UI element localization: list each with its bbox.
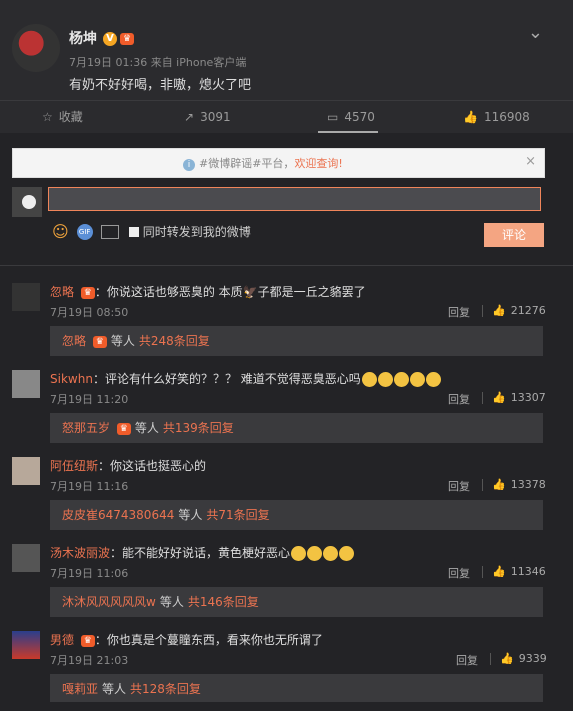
commenter-name[interactable]: 忽略 xyxy=(50,285,74,299)
commenter-avatar[interactable] xyxy=(12,370,40,398)
chevron-down-icon[interactable]: ⌄ xyxy=(528,22,543,43)
comment-like-button[interactable]: 👍 13378 xyxy=(492,478,546,491)
comment-item: 阿伍纽斯：你这话也挺恶心的 7月19日 11:16 回复 👍 13378 皮皮崔6… xyxy=(0,439,573,530)
emoji-icon[interactable]: ☺ xyxy=(52,222,69,241)
sub-replies[interactable]: 嘎莉亚 等人 共128条回复 xyxy=(50,674,543,702)
speechless-emoji-icon xyxy=(339,546,355,561)
speechless-emoji-icon xyxy=(323,546,339,561)
gif-icon[interactable]: GIF xyxy=(76,223,93,240)
comment-input[interactable] xyxy=(48,187,541,211)
comment-like-button[interactable]: 👍 9339 xyxy=(500,652,547,665)
comment-tab[interactable]: ▭ 4570 xyxy=(327,101,375,133)
comment-icon: ▭ xyxy=(327,110,339,124)
reply-button[interactable]: 回复 xyxy=(456,652,478,668)
cry-laugh-emoji-icon xyxy=(425,372,441,387)
submit-comment-button[interactable]: 评论 xyxy=(484,223,544,247)
commenter-name[interactable]: 阿伍纽斯 xyxy=(50,459,98,473)
commenter-avatar[interactable] xyxy=(12,457,40,485)
vip-badge-icon: ♛ xyxy=(116,422,131,435)
author-avatar[interactable] xyxy=(12,24,60,72)
forward-button[interactable]: ↗ 3091 xyxy=(184,101,231,133)
commenter-avatar[interactable] xyxy=(12,631,40,659)
star-icon: ☆ xyxy=(42,110,53,124)
vip-badge-icon: ♛ xyxy=(80,634,95,647)
favorite-button[interactable]: ☆ 收藏 xyxy=(42,101,83,133)
forward-checkbox-label: 同时转发到我的微博 xyxy=(142,225,251,239)
thumbs-up-icon: 👍 xyxy=(500,652,514,665)
commenter-avatar[interactable] xyxy=(12,283,40,311)
post-text: 有奶不好好喝，非嗷，熄火了吧 xyxy=(69,78,252,93)
comment-item: Sikwhn：评论有什么好笑的？？？ 难道不觉得恶臭恶心吗 7月19日 11:2… xyxy=(0,352,573,443)
thumbs-up-icon: 👍 xyxy=(492,565,506,578)
reply-button[interactable]: 回复 xyxy=(448,304,470,320)
comment-text: ：你说这话也够恶臭的 本质 xyxy=(94,285,243,299)
commenter-name[interactable]: 汤木波丽波 xyxy=(50,546,110,560)
comment-time: 7月19日 11:20 xyxy=(50,393,129,406)
comment-text: ：评论有什么好笑的？？？ 难道不觉得恶臭恶心吗 xyxy=(92,372,361,386)
commenter-avatar[interactable] xyxy=(12,544,40,572)
rumor-notice: i #微博辟谣#平台，欢迎查询! × xyxy=(12,148,545,178)
close-icon[interactable]: × xyxy=(525,154,536,169)
comment-item: 汤木波丽波：能不能好好说话，黄色梗好恶心 7月19日 11:06 回复 👍 113… xyxy=(0,526,573,617)
comment-like-button[interactable]: 👍 13307 xyxy=(492,391,546,404)
author-name-row: 杨坤 V ♛ xyxy=(69,28,134,48)
reply-button[interactable]: 回复 xyxy=(448,391,470,407)
comment-time: 7月19日 11:06 xyxy=(50,567,129,580)
cry-laugh-emoji-icon xyxy=(409,372,425,387)
reply-button[interactable]: 回复 xyxy=(448,478,470,494)
my-avatar xyxy=(12,187,42,217)
commenter-name[interactable]: 男德 xyxy=(50,633,74,647)
comment-item: 忽略 ♛ ：你说这话也够恶臭的 本质🦅子都是一丘之貉罢了 7月19日 08:50 … xyxy=(0,265,573,356)
post-meta: 7月19日 01:36 来自 iPhone客户端 xyxy=(69,56,247,69)
share-icon: ↗ xyxy=(184,110,195,124)
commenter-name[interactable]: Sikwhn xyxy=(50,372,93,386)
vip-badge-icon: ♛ xyxy=(80,286,95,299)
comment-time: 7月19日 08:50 xyxy=(50,306,129,319)
laugh-emoji-icon xyxy=(361,372,377,387)
like-button[interactable]: 👍 116908 xyxy=(463,101,530,133)
info-icon: i xyxy=(183,159,195,171)
speechless-emoji-icon xyxy=(307,546,323,561)
thumbs-up-icon: 👍 xyxy=(492,391,506,404)
speechless-emoji-icon xyxy=(291,546,307,561)
notice-text: #微博辟谣#平台， xyxy=(199,157,295,170)
active-tab-indicator xyxy=(318,131,378,133)
verified-badge-icon: V xyxy=(103,32,117,46)
vip-badge-icon: ♛ xyxy=(120,33,134,45)
comment-like-button[interactable]: 👍 11346 xyxy=(492,565,546,578)
comment-text: ：能不能好好说话，黄色梗好恶心 xyxy=(110,546,291,560)
vip-badge-icon: ♛ xyxy=(92,335,107,348)
reply-button[interactable]: 回复 xyxy=(448,565,470,581)
comment-item: 男德 ♛ ：你也真是个蔓瞳东西，看来你也无所谓了 7月19日 21:03 回复 👍… xyxy=(0,613,573,702)
laugh-emoji-icon xyxy=(377,372,393,387)
post-action-bar: ☆ 收藏 ↗ 3091 ▭ 4570 👍 116908 xyxy=(0,100,573,133)
notice-link[interactable]: 欢迎查询! xyxy=(294,157,342,170)
thumbs-up-icon: 👍 xyxy=(492,478,506,491)
image-icon[interactable] xyxy=(100,224,119,239)
laugh-emoji-icon xyxy=(393,372,409,387)
comment-time: 7月19日 11:16 xyxy=(50,480,129,493)
comment-text: ：你这话也挺恶心的 xyxy=(98,459,207,473)
author-name[interactable]: 杨坤 xyxy=(69,31,97,47)
thumbs-up-icon: 👍 xyxy=(492,304,506,317)
comment-text-continued: 子都是一丘之貉罢了 xyxy=(257,285,366,299)
thumbs-up-icon: 👍 xyxy=(463,110,478,124)
bird-emoji-icon: 🦅 xyxy=(242,285,258,299)
composer-toolbar: ☺ GIF 同时转发到我的微博 xyxy=(52,222,251,242)
comment-time: 7月19日 21:03 xyxy=(50,654,129,667)
comment-like-button[interactable]: 👍 21276 xyxy=(492,304,546,317)
post-card: 杨坤 V ♛ 7月19日 01:36 来自 iPhone客户端 有奶不好好喝，非嗷，… xyxy=(0,0,573,100)
comment-text: ：你也真是个蔓瞳东西，看来你也无所谓了 xyxy=(94,633,323,647)
forward-checkbox[interactable] xyxy=(128,226,139,237)
